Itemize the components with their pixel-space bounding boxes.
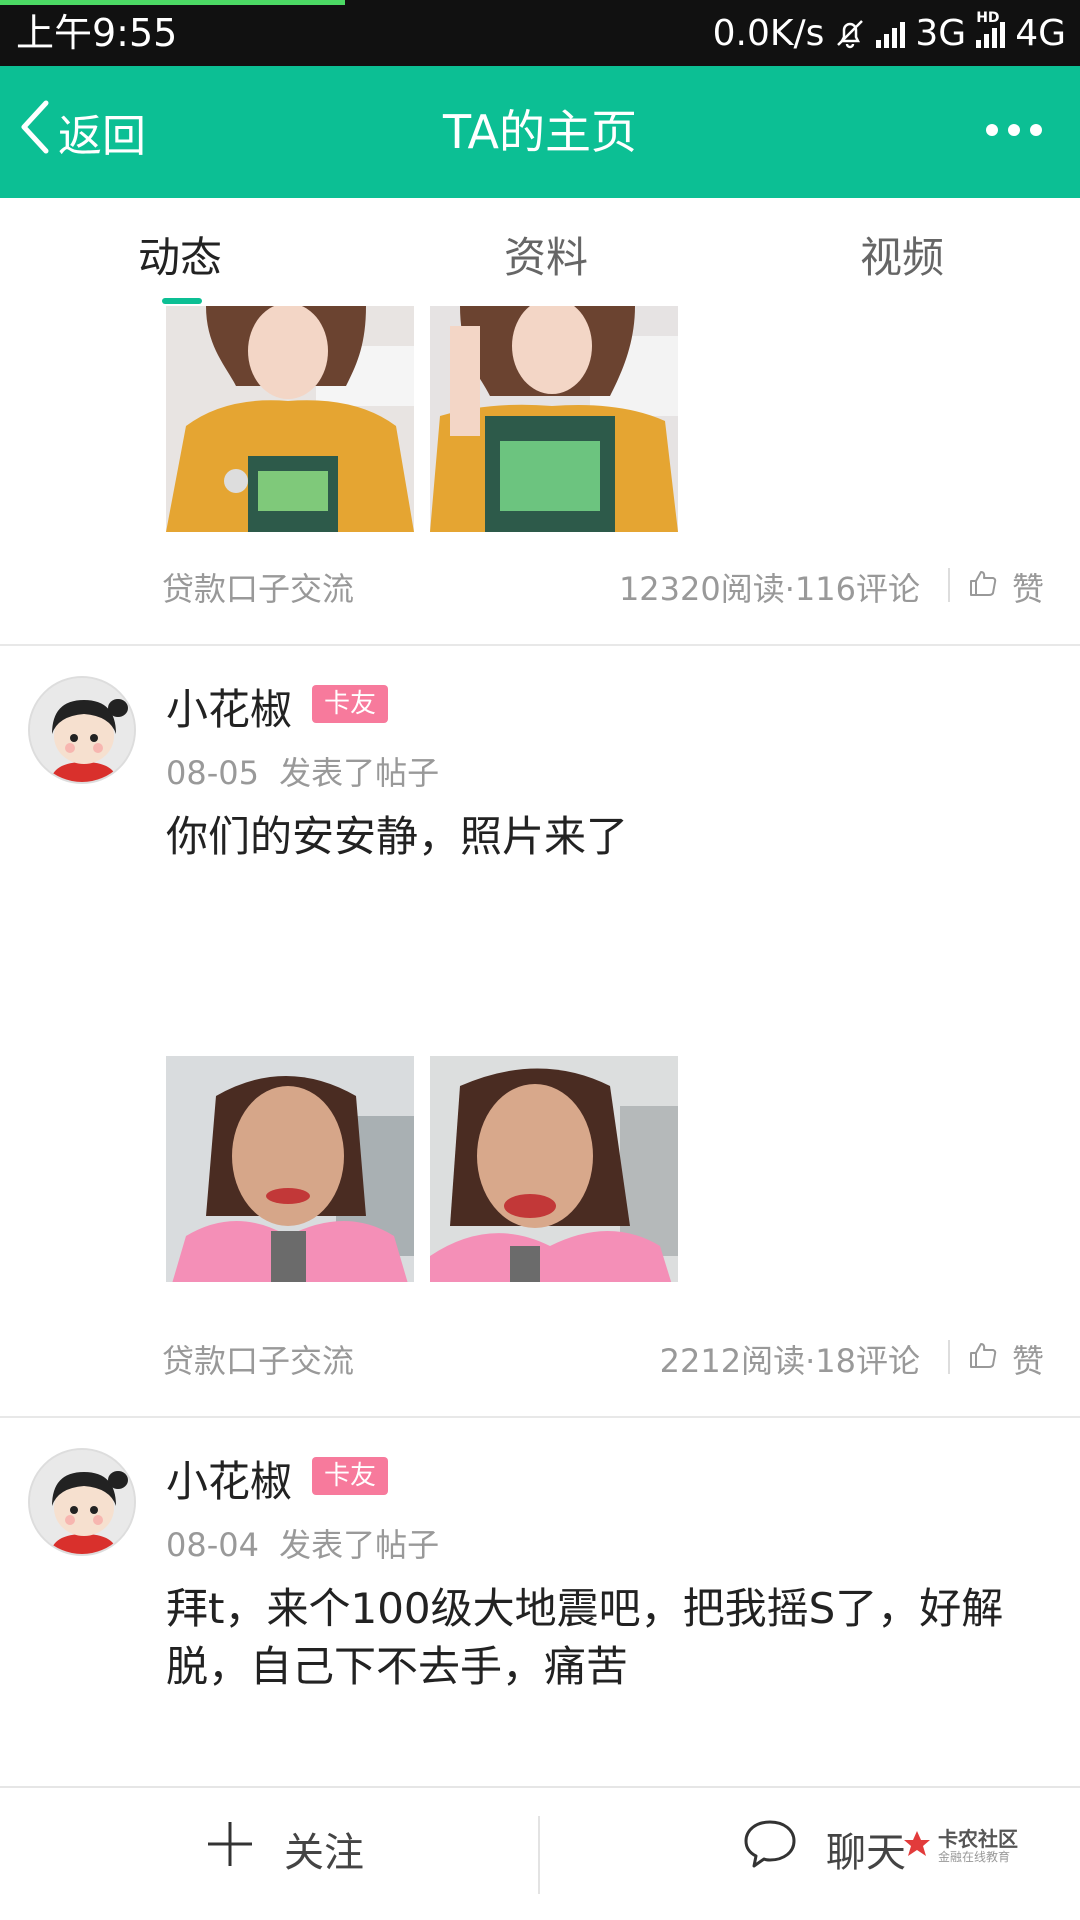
tab-active-indicator [162,298,202,304]
status-indicators: 0.0K/s 3G HD 4G [713,10,1066,56]
app-header: 返回 TA的主页 [0,66,1080,198]
plus-icon [204,1818,256,1880]
avatar[interactable] [28,676,136,784]
like-button[interactable]: 赞 [968,1336,1044,1382]
like-label: 赞 [1012,570,1045,608]
post-category[interactable]: 贷款口子交流 [162,564,354,610]
post-photo[interactable] [430,306,678,532]
post-date: 08-05 [166,754,259,792]
dot-icon [1030,124,1042,136]
thumbs-up-icon [968,1340,998,1378]
network-4g: 4G [1015,12,1066,54]
post-action: 发表了帖子 [279,1526,440,1564]
post-photo[interactable] [166,306,414,532]
post-separator [0,644,1080,646]
dot-icon [986,124,998,136]
follow-button[interactable]: 关注 [204,1818,364,1880]
net-speed: 0.0K/s [712,12,825,54]
hd-label: HD [976,10,1000,26]
post-author-name[interactable]: 小花椒 [166,676,292,737]
post-stats: 2212阅读·18评论 [659,1342,920,1380]
status-time: 上午9:55 [16,11,178,55]
divider [948,568,950,602]
post-author-name[interactable]: 小花椒 [166,1448,292,1509]
post-photo[interactable] [430,1056,678,1282]
post-stats: 12320阅读·116评论 [618,570,920,608]
more-menu-button[interactable] [986,124,1042,136]
network-3g: 3G [915,12,967,54]
bell-muted-icon [834,17,866,49]
signal-icon [876,18,906,48]
chat-label: 聊天 [826,1830,906,1876]
user-badge: 卡友 [312,1457,389,1495]
avatar[interactable] [28,1448,136,1556]
post-action: 发表了帖子 [279,754,440,792]
tab-profile[interactable]: 资料 [504,224,588,285]
follow-label: 关注 [284,1830,364,1876]
like-label: 赞 [1012,1342,1045,1380]
post-category[interactable]: 贷款口子交流 [162,1336,354,1382]
watermark-title: 卡农社区 [938,1827,1018,1851]
tab-dynamics[interactable]: 动态 [138,224,222,285]
thumbs-up-icon [968,568,998,606]
post-date: 08-04 [166,1526,259,1564]
page-title: TA的主页 [443,105,637,159]
watermark: 卡农社区 金融在线教育 [902,1828,1018,1864]
post-subtitle: 08-05 发表了帖子 [166,748,439,794]
divider [538,1816,540,1894]
like-button[interactable]: 赞 [968,564,1044,610]
post-subtitle: 08-04 发表了帖子 [166,1520,439,1566]
status-bar: 上午9:55 0.0K/s 3G HD 4G [0,0,1080,66]
user-badge: 卡友 [312,685,389,723]
tab-videos[interactable]: 视频 [860,224,944,285]
chat-button[interactable]: 聊天 [742,1818,906,1880]
post-photo[interactable] [166,1056,414,1282]
watermark-logo-icon [902,1829,932,1863]
post-content[interactable]: 拜t，来个100级大地震吧，把我摇S了，好解脱，自己下不去手，痛苦 [166,1580,1036,1696]
profile-tabs: 动态 资料 视频 [0,198,1080,306]
post-separator [0,1416,1080,1418]
divider [948,1340,950,1374]
post-content[interactable]: 你们的安安静，照片来了 [166,808,1036,866]
watermark-subtitle: 金融在线教育 [938,1850,1011,1864]
page-load-progress [0,0,345,5]
dot-icon [1008,124,1020,136]
signal-hd-icon: HD [976,10,1006,48]
chat-bubble-icon [742,1818,798,1880]
